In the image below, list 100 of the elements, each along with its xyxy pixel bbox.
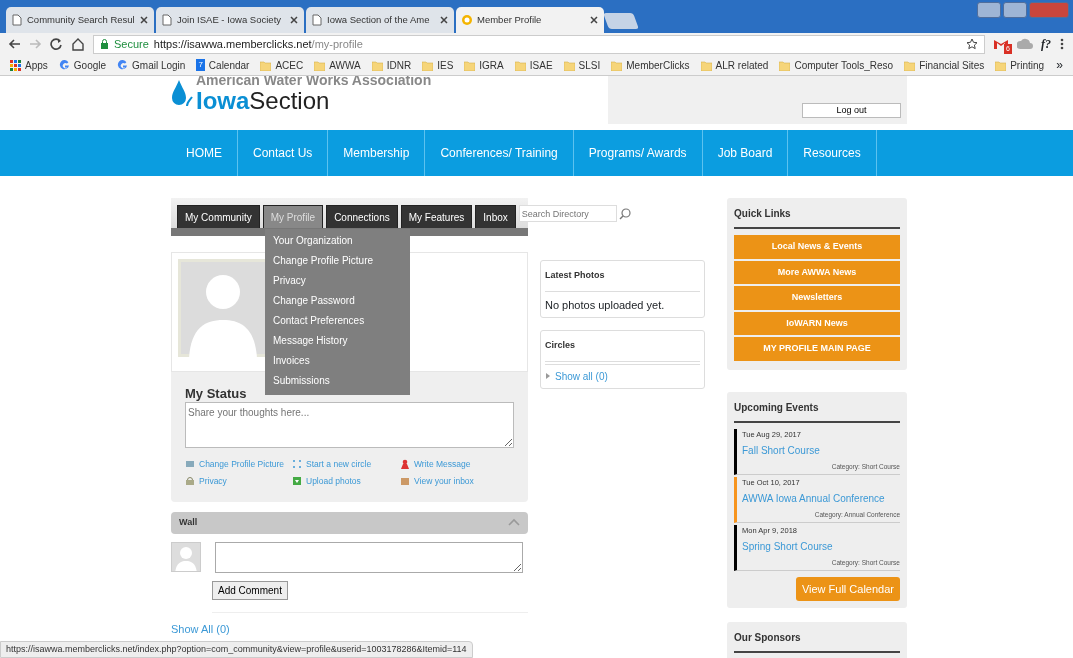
bookmark[interactable]: IGRA (464, 57, 504, 73)
star-icon[interactable] (966, 38, 978, 50)
lock-icon (100, 39, 109, 49)
status-action-link[interactable]: Upload photos (292, 474, 400, 488)
community-tab[interactable]: My Features (400, 205, 473, 228)
user-avatar (171, 541, 201, 572)
menu-item[interactable]: Change Profile Picture (265, 251, 410, 271)
google-icon (117, 59, 129, 71)
bookmark[interactable]: Financial Sites (904, 57, 985, 73)
page-icon (161, 14, 173, 26)
status-action-link[interactable]: Start a new circle (292, 458, 400, 471)
quick-link-button[interactable]: IoWARN News (734, 311, 900, 335)
bookmark[interactable]: AWWA (314, 57, 361, 73)
bookmark[interactable]: Google (58, 57, 107, 73)
bookmark[interactable]: MemberClicks (611, 57, 690, 73)
menu-item[interactable]: Privacy (265, 271, 410, 291)
maximize-button[interactable] (1003, 2, 1027, 18)
more-bookmarks-button[interactable]: » (1056, 56, 1063, 74)
status-heading: My Status (185, 386, 247, 402)
quick-link-button[interactable]: MY PROFILE MAIN PAGE (734, 337, 900, 361)
community-tab[interactable]: My Community (177, 205, 260, 228)
close-icon[interactable] (289, 15, 299, 25)
browser-tab[interactable]: Community Search Resul (6, 7, 154, 33)
home-icon[interactable] (71, 37, 85, 51)
minimize-button[interactable] (977, 2, 1001, 18)
status-action-link[interactable]: Change Profile Picture (185, 458, 292, 471)
status-action-link[interactable]: Privacy (185, 474, 292, 488)
bookmark[interactable]: ISAE (514, 57, 553, 73)
folder-icon (314, 59, 326, 71)
community-tab[interactable]: My Profile (262, 205, 324, 228)
status-input[interactable]: Share your thoughts here... (185, 401, 514, 448)
nav-link[interactable]: Contact Us (238, 130, 329, 176)
view-calendar-button[interactable]: View Full Calendar (795, 576, 900, 601)
browser-tab[interactable]: Member Profile (456, 7, 604, 33)
bookmark[interactable]: SLSI (563, 57, 601, 73)
back-icon[interactable] (8, 38, 21, 50)
community-tab[interactable]: Connections (326, 205, 398, 228)
envelope-icon (400, 476, 410, 487)
quick-link-button[interactable]: More AWWA News (734, 260, 900, 284)
nav-link[interactable]: Conferences/ Training (425, 130, 574, 176)
panel-title: Our Sponsors (734, 630, 900, 653)
browser-tab[interactable]: Iowa Section of the Ame (306, 7, 454, 33)
bookmark[interactable]: ACEC (260, 57, 304, 73)
community-tab[interactable]: Inbox (475, 205, 516, 228)
status-action-link[interactable]: View your inbox (400, 474, 520, 488)
bookmark[interactable]: ALR related (700, 57, 769, 73)
search-field[interactable]: Search Directory (518, 205, 617, 222)
photo-icon (292, 476, 302, 487)
menu-item[interactable]: Invoices (265, 351, 410, 371)
event-link[interactable]: Spring Short Course (742, 538, 900, 554)
close-icon[interactable] (139, 15, 149, 25)
bookmark[interactable]: IES (422, 57, 454, 73)
add-comment-button[interactable]: Add Comment (212, 580, 288, 600)
search-icon[interactable] (618, 207, 631, 220)
menu-item[interactable]: Message History (265, 331, 410, 351)
section-name: IowaSection (196, 89, 331, 113)
nav-link[interactable]: HOME (171, 130, 238, 176)
bookmark[interactable]: Apps (10, 57, 48, 73)
new-tab-button[interactable] (603, 13, 639, 29)
menu-item[interactable]: Submissions (265, 371, 410, 391)
lock-icon (185, 476, 195, 487)
dots-icon (292, 459, 302, 470)
nav-link[interactable]: Job Board (702, 130, 789, 176)
logout-button[interactable]: Log out (802, 103, 901, 118)
bookmark[interactable]: Printing (995, 57, 1045, 73)
menu-icon[interactable] (1059, 38, 1065, 50)
reload-icon[interactable] (50, 38, 63, 50)
address-bar[interactable]: Secure https://isawwa.memberclicks.net/my-profile (93, 34, 985, 54)
browser-tab[interactable]: Join ISAE - Iowa Society (156, 7, 304, 33)
bookmark[interactable]: Computer Tools_Reso (779, 57, 894, 73)
folder-icon (260, 59, 272, 71)
event-link[interactable]: AWWA Iowa Annual Conference (742, 490, 900, 506)
bookmark[interactable]: Gmail Login (117, 57, 186, 73)
quick-link-button[interactable]: Newsletters (734, 286, 900, 310)
folder-icon (611, 59, 623, 71)
menu-item[interactable]: Change Password (265, 291, 410, 311)
menu-item[interactable]: Your Organization (265, 231, 410, 251)
folder-icon (995, 59, 1007, 71)
folder-icon (514, 59, 526, 71)
nav-link[interactable]: Resources (788, 130, 877, 176)
bookmark[interactable]: 7 Calendar (196, 57, 250, 73)
show-all-link[interactable]: Show All (0) (171, 620, 230, 638)
event-link[interactable]: Fall Short Course (742, 442, 900, 458)
close-icon[interactable] (439, 15, 449, 25)
menu-item[interactable]: Contact Preferences (265, 311, 410, 331)
close-icon[interactable] (589, 15, 599, 25)
nav-link[interactable]: Programs/ Awards (573, 130, 703, 176)
folder-icon (779, 59, 791, 71)
apps-icon (10, 59, 21, 71)
show-all-link[interactable]: Show all (0) (555, 368, 608, 384)
empty-message: No photos uploaded yet. (545, 297, 666, 313)
wall-header[interactable]: Wall (171, 511, 528, 534)
comment-input[interactable] (215, 541, 523, 573)
quick-link-button[interactable]: Local News & Events (734, 235, 900, 259)
nav-link[interactable]: Membership (328, 130, 426, 176)
extension-button[interactable]: f? (1041, 35, 1051, 53)
status-action-link[interactable]: Write Message (400, 458, 520, 471)
page-icon (11, 14, 23, 26)
bookmark[interactable]: IDNR (371, 57, 412, 73)
panel-title: Upcoming Events (734, 399, 900, 423)
